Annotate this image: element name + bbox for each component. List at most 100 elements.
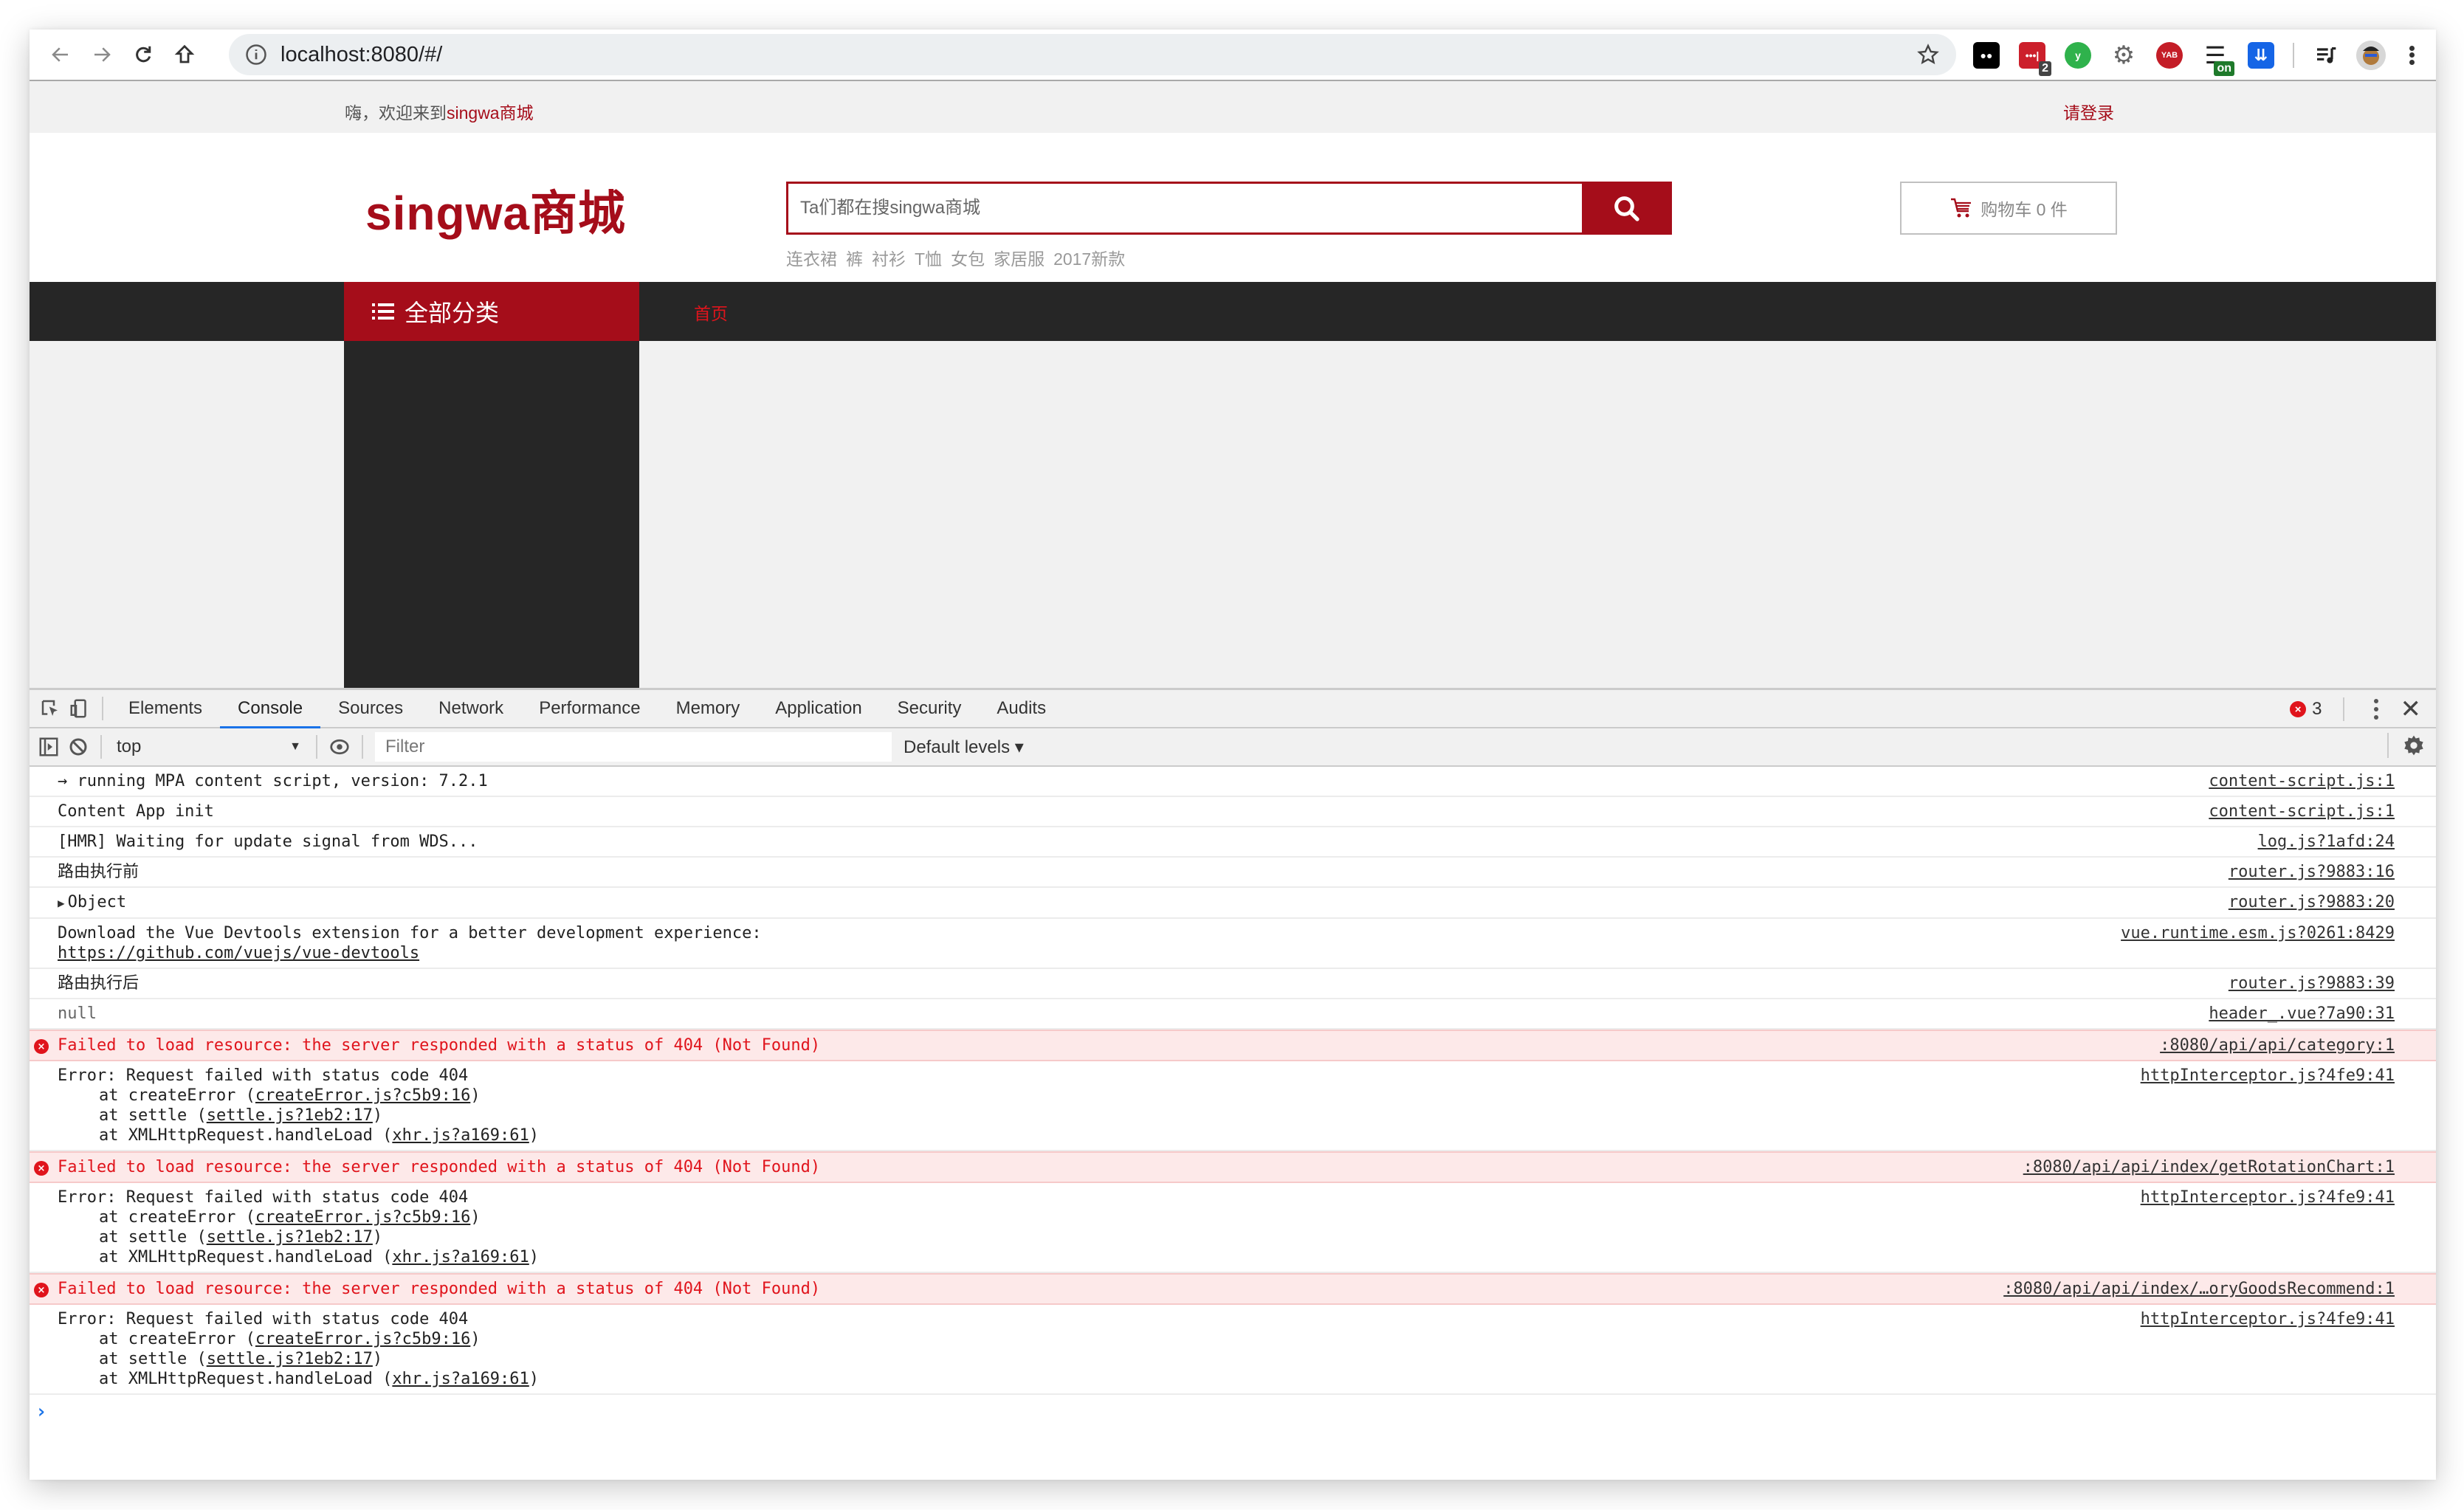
stack-frame: at createError (createError.js?c5b9:16)	[58, 1086, 2392, 1106]
cart-button[interactable]: 购物车 0 件	[1900, 182, 2117, 235]
forward-button[interactable]	[81, 34, 123, 75]
stack-frame-link[interactable]: settle.js?1eb2:17	[207, 1228, 373, 1247]
chrome-menu-button[interactable]	[2401, 41, 2423, 70]
close-devtools-icon[interactable]: ✕	[2401, 697, 2422, 722]
bookmark-star-icon[interactable]	[1916, 43, 1940, 66]
reload-button[interactable]	[123, 34, 164, 75]
save-extension-icon[interactable]: ⇊	[2248, 42, 2274, 69]
main-nav: 全部分类 首页	[30, 282, 2436, 341]
yab-extension-icon[interactable]: YAB	[2156, 42, 2183, 69]
console-message-text: Failed to load resource: the server resp…	[58, 1280, 821, 1298]
nav-home-link[interactable]: 首页	[694, 300, 728, 325]
console-source-link[interactable]: httpInterceptor.js?4fe9:41	[2141, 1187, 2395, 1207]
live-expression-button[interactable]	[325, 732, 354, 762]
show-sidebar-button[interactable]	[34, 732, 63, 762]
hot-word[interactable]: 裤	[846, 245, 863, 270]
stack-frame-link[interactable]: xhr.js?a169:61	[392, 1370, 529, 1388]
profile-avatar[interactable]	[2356, 41, 2386, 70]
shopping-cart-icon	[1951, 198, 1972, 218]
tab-console[interactable]: Console	[220, 689, 321, 729]
ext-label: ⚙	[2112, 41, 2136, 69]
search-input[interactable]	[788, 184, 1582, 232]
error-count-badge[interactable]: × 3	[2290, 699, 2322, 720]
console-filter-input[interactable]	[375, 732, 892, 762]
search-button[interactable]	[1582, 184, 1670, 232]
site-info-icon[interactable]	[245, 44, 267, 66]
console-message-link[interactable]: https://github.com/vuejs/vue-devtools	[58, 943, 2392, 963]
inspect-element-button[interactable]	[35, 694, 65, 723]
console-source-link[interactable]: content-script.js:1	[2209, 801, 2395, 821]
site-logo[interactable]: singwa商城	[365, 176, 626, 244]
console-message-text: Error: Request failed with status code 4…	[58, 1188, 469, 1207]
console-log-row: [HMR] Waiting for update signal from WDS…	[30, 827, 2436, 858]
hot-word[interactable]: 连衣裙	[786, 245, 837, 270]
tab-memory[interactable]: Memory	[658, 689, 758, 728]
stack-frame-link[interactable]: xhr.js?a169:61	[392, 1126, 529, 1145]
stack-frame-link[interactable]: xhr.js?a169:61	[392, 1248, 529, 1266]
devtools-menu-button[interactable]	[2365, 699, 2387, 720]
console-message[interactable]: ▶ Object	[58, 892, 2392, 913]
tampermonkey-extension-icon[interactable]: ●●	[1973, 42, 2000, 69]
console-message: Error: Request failed with status code 4…	[58, 1066, 2392, 1086]
console-prompt[interactable]: ›	[30, 1395, 2436, 1423]
stack-frame-link[interactable]: settle.js?1eb2:17	[207, 1350, 373, 1368]
console-source-link[interactable]: :8080/api/api/index/getRotationChart:1	[2023, 1157, 2395, 1177]
stack-frame-function: at createError (	[99, 1086, 255, 1105]
dropdown-arrow-icon: ▼	[289, 740, 301, 753]
vimium-extension-icon[interactable]: y	[2065, 42, 2091, 69]
console-source-link[interactable]: httpInterceptor.js?4fe9:41	[2141, 1309, 2395, 1329]
ext-label: ●●	[1980, 49, 1993, 61]
device-toolbar-button[interactable]	[65, 694, 94, 723]
hot-word[interactable]: 衬衫	[872, 245, 906, 270]
console-source-link[interactable]: header_.vue?7a90:31	[2209, 1004, 2395, 1024]
console-source-link[interactable]: log.js?1afd:24	[2258, 832, 2395, 852]
expand-triangle-icon[interactable]: ▶	[58, 896, 65, 910]
hot-word[interactable]: 家居服	[994, 245, 1045, 270]
all-categories-button[interactable]: 全部分类	[344, 282, 639, 341]
stack-frame-link[interactable]: settle.js?1eb2:17	[207, 1106, 373, 1125]
tab-sources[interactable]: Sources	[320, 689, 421, 728]
console-source-link[interactable]: content-script.js:1	[2209, 771, 2395, 791]
console-message-text: Download the Vue Devtools extension for …	[58, 924, 762, 942]
context-selector[interactable]: top ▼	[109, 732, 309, 762]
ext-label: YAB	[2161, 51, 2178, 60]
clear-console-button[interactable]	[63, 732, 93, 762]
stack-frame-function: at settle (	[99, 1350, 207, 1368]
list-extension-icon[interactable]: ☰ on	[2202, 42, 2234, 76]
stack-frame-link[interactable]: createError.js?c5b9:16	[255, 1086, 470, 1105]
media-queue-icon[interactable]	[2313, 42, 2339, 69]
tab-application[interactable]: Application	[757, 689, 879, 728]
login-link[interactable]: 请登录	[2063, 99, 2114, 124]
console-source-link[interactable]: httpInterceptor.js?4fe9:41	[2141, 1066, 2395, 1086]
console-source-link[interactable]: router.js?9883:20	[2229, 892, 2395, 912]
console-source-link[interactable]: :8080/api/api/category:1	[2160, 1035, 2395, 1055]
console-source-link[interactable]: router.js?9883:39	[2229, 973, 2395, 993]
tab-elements[interactable]: Elements	[111, 689, 220, 728]
tab-security[interactable]: Security	[880, 689, 980, 728]
gear-extension-icon[interactable]: ⚙	[2110, 41, 2137, 69]
stack-frame-link[interactable]: createError.js?c5b9:16	[255, 1208, 470, 1227]
stack-frame-link[interactable]: createError.js?c5b9:16	[255, 1330, 470, 1348]
stack-frame-function: at XMLHttpRequest.handleLoad (	[99, 1126, 393, 1145]
toolbar-separator	[2293, 43, 2294, 68]
tab-audits[interactable]: Audits	[979, 689, 1064, 728]
hot-word[interactable]: T恤	[915, 245, 942, 270]
settings-gear-icon[interactable]	[2402, 734, 2426, 757]
console-source-link[interactable]: router.js?9883:16	[2229, 862, 2395, 882]
console-source-link[interactable]: :8080/api/api/index/…oryGoodsRecommend:1	[2003, 1279, 2395, 1299]
hot-word[interactable]: 女包	[951, 245, 985, 270]
console-toolbar: top ▼ Default levels ▾	[30, 728, 2436, 767]
console-source-link[interactable]: vue.runtime.esm.js?0261:8429	[2121, 923, 2395, 943]
stack-frame-function: at settle (	[99, 1106, 207, 1125]
back-button[interactable]	[40, 34, 81, 75]
url-text[interactable]: localhost:8080/#/	[281, 43, 442, 67]
lastpass-extension-icon[interactable]: •••| 2	[2019, 42, 2051, 76]
stack-frame-function: at XMLHttpRequest.handleLoad (	[99, 1248, 393, 1266]
home-button[interactable]	[164, 34, 205, 75]
tab-network[interactable]: Network	[421, 689, 521, 728]
tab-performance[interactable]: Performance	[521, 689, 658, 728]
address-bar[interactable]: localhost:8080/#/	[229, 34, 1956, 75]
hot-word[interactable]: 2017新款	[1053, 245, 1125, 270]
log-levels-dropdown[interactable]: Default levels ▾	[904, 737, 1024, 758]
console-message: 路由执行前	[58, 862, 2392, 882]
